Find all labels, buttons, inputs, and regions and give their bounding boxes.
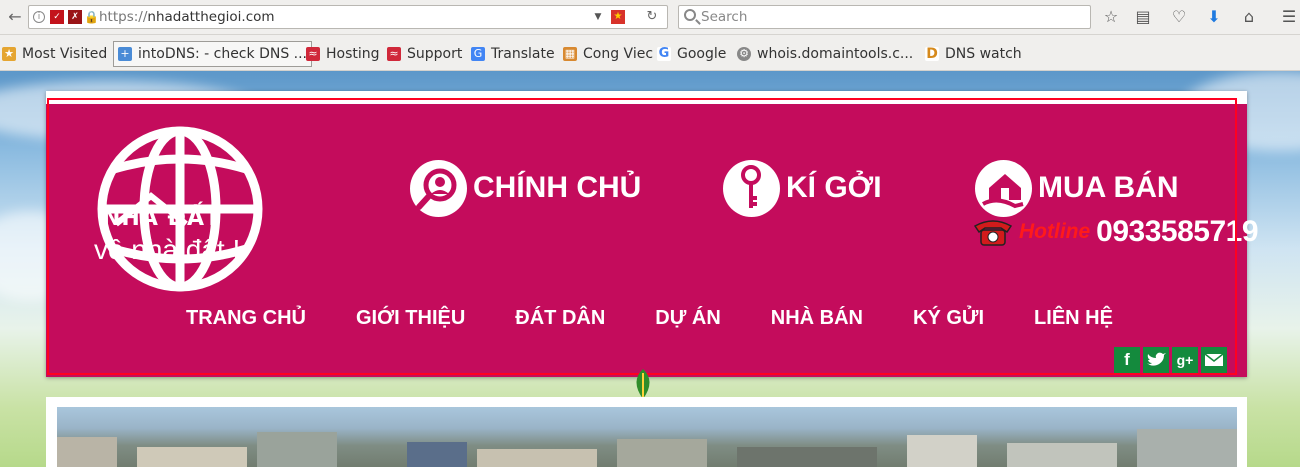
hotline-number[interactable]: 0933585719 <box>1096 215 1258 249</box>
menu-item-ky-gui[interactable]: KÝ GỬI <box>913 307 984 337</box>
bookmark-label: Support <box>407 46 463 62</box>
bookmark-google[interactable]: G Google <box>657 44 726 64</box>
block-icon[interactable]: ✗ <box>68 10 82 24</box>
menu-item-gioi-thieu[interactable]: GIỚI THIỆU <box>356 307 465 337</box>
owner-search-icon <box>410 159 467 217</box>
flag-icon[interactable]: ★ <box>611 10 625 24</box>
header-card: NHÀ ĐẤT Tin tức về nhà đất ! CHÍNH CHỦ <box>46 91 1259 377</box>
star-icon[interactable]: ☆ <box>1100 6 1122 28</box>
bookmark-label: DNS watch <box>945 46 1022 62</box>
folder-icon: ▦ <box>563 47 577 61</box>
search-placeholder: Search <box>701 9 748 25</box>
reload-icon[interactable]: ↻ <box>645 10 659 24</box>
feature-label: MUA BÁN <box>1038 171 1179 204</box>
hosting-icon: ≈ <box>306 47 320 61</box>
facebook-icon[interactable]: f <box>1114 347 1140 373</box>
bookmark-dns-watch[interactable]: D DNS watch <box>925 44 1022 64</box>
reading-list-icon[interactable]: ▤ <box>1132 6 1154 28</box>
bookmark-translate[interactable]: G Translate <box>471 44 555 64</box>
download-icon[interactable]: ⬇ <box>1203 6 1225 28</box>
google-icon: G <box>657 46 671 61</box>
dnswatch-icon: D <box>925 46 939 62</box>
menu-item-nha-ban[interactable]: NHÀ BÁN <box>771 307 863 337</box>
bookmark-label: Translate <box>491 46 555 62</box>
feature-ki-goi[interactable]: KÍ GỞI <box>723 158 882 218</box>
info-icon[interactable]: i <box>33 11 45 23</box>
home-icon[interactable]: ⌂ <box>1238 6 1260 28</box>
bookmark-hosting[interactable]: ≈ Hosting <box>306 44 380 64</box>
bookmark-label: Google <box>677 46 727 62</box>
search-icon <box>684 9 696 21</box>
email-icon[interactable] <box>1201 347 1227 373</box>
site-header: NHÀ ĐẤT Tin tức về nhà đất ! CHÍNH CHỦ <box>46 104 1259 377</box>
google-plus-icon[interactable]: g+ <box>1172 347 1198 373</box>
intodns-icon: + <box>118 47 132 61</box>
city-banner-image <box>57 407 1237 467</box>
most-visited-icon: ★ <box>2 47 16 61</box>
feature-label: KÍ GỞI <box>786 171 882 204</box>
hotline-label: Hotline <box>1019 220 1091 243</box>
feature-mua-ban[interactable]: MUA BÁN <box>975 158 1179 218</box>
translate-icon: G <box>471 47 485 61</box>
browser-toolbar: ← i ✓ ✗ 🔒 https://nhadatthegioi.com ▼ ★ … <box>0 0 1300 35</box>
leaf-icon <box>636 369 650 399</box>
main-menu: TRANG CHỦ GIỚI THIỆU ĐÁT DÂN DỰ ÁN NHÀ B… <box>186 307 1163 337</box>
bookmarks-bar: ★ Most Visited + intoDNS: - check DNS ..… <box>0 35 1300 71</box>
bookmark-label: Cong Viec <box>583 46 654 62</box>
slogan-text: Tin tức về nhà đất ! <box>90 234 241 265</box>
url-bar[interactable]: i ✓ ✗ 🔒 https://nhadatthegioi.com ▼ ★ ↻ <box>28 5 668 29</box>
menu-item-dat-dan[interactable]: ĐÁT DÂN <box>515 307 605 337</box>
bookmark-label: whois.domaintools.c... <box>757 46 914 62</box>
logo-text[interactable]: NHÀ ĐẤT <box>102 206 221 231</box>
menu-item-trang-chu[interactable]: TRANG CHỦ <box>186 307 306 337</box>
web-page: NHÀ ĐẤT Tin tức về nhà đất ! CHÍNH CHỦ <box>0 71 1300 467</box>
lock-icon[interactable]: 🔒 <box>84 10 99 24</box>
dropdown-arrow-icon[interactable]: ▼ <box>591 10 605 24</box>
tracking-icon[interactable]: ✓ <box>50 10 64 24</box>
bookmark-whois[interactable]: ⚙ whois.domaintools.c... <box>737 44 913 64</box>
telephone-icon <box>971 216 1015 248</box>
twitter-icon[interactable] <box>1143 347 1169 373</box>
support-icon: ≈ <box>387 47 401 61</box>
site-slogan: Tin tức về nhà đất ! <box>90 234 360 266</box>
bookmark-label: Hosting <box>326 46 380 62</box>
feature-label: CHÍNH CHỦ <box>473 171 642 204</box>
whois-icon: ⚙ <box>737 47 751 61</box>
content-card <box>46 397 1247 467</box>
key-icon <box>723 159 780 217</box>
feature-chinh-chu[interactable]: CHÍNH CHỦ <box>410 158 641 218</box>
menu-item-lien-he[interactable]: LIÊN HỆ <box>1034 307 1113 337</box>
search-bar[interactable]: Search <box>678 5 1091 29</box>
hotline[interactable]: Hotline 0933585719 <box>971 214 1259 250</box>
house-hand-icon <box>975 159 1032 217</box>
bookmark-intodns[interactable]: + intoDNS: - check DNS ... <box>113 41 313 67</box>
bookmark-label: Most Visited <box>22 46 108 62</box>
bookmark-cong-viec[interactable]: ▦ Cong Viec <box>563 44 653 64</box>
back-button[interactable]: ← <box>3 5 27 29</box>
menu-icon[interactable]: ☰ <box>1278 6 1300 28</box>
bookmark-support[interactable]: ≈ Support <box>387 44 462 64</box>
bookmark-label: intoDNS: - check DNS ... <box>138 46 308 62</box>
menu-item-du-an[interactable]: DỰ ÁN <box>655 307 720 337</box>
url-text[interactable]: https://nhadatthegioi.com <box>99 9 275 25</box>
pocket-icon[interactable]: ♡ <box>1168 6 1190 28</box>
bookmark-most-visited[interactable]: ★ Most Visited <box>2 44 107 64</box>
